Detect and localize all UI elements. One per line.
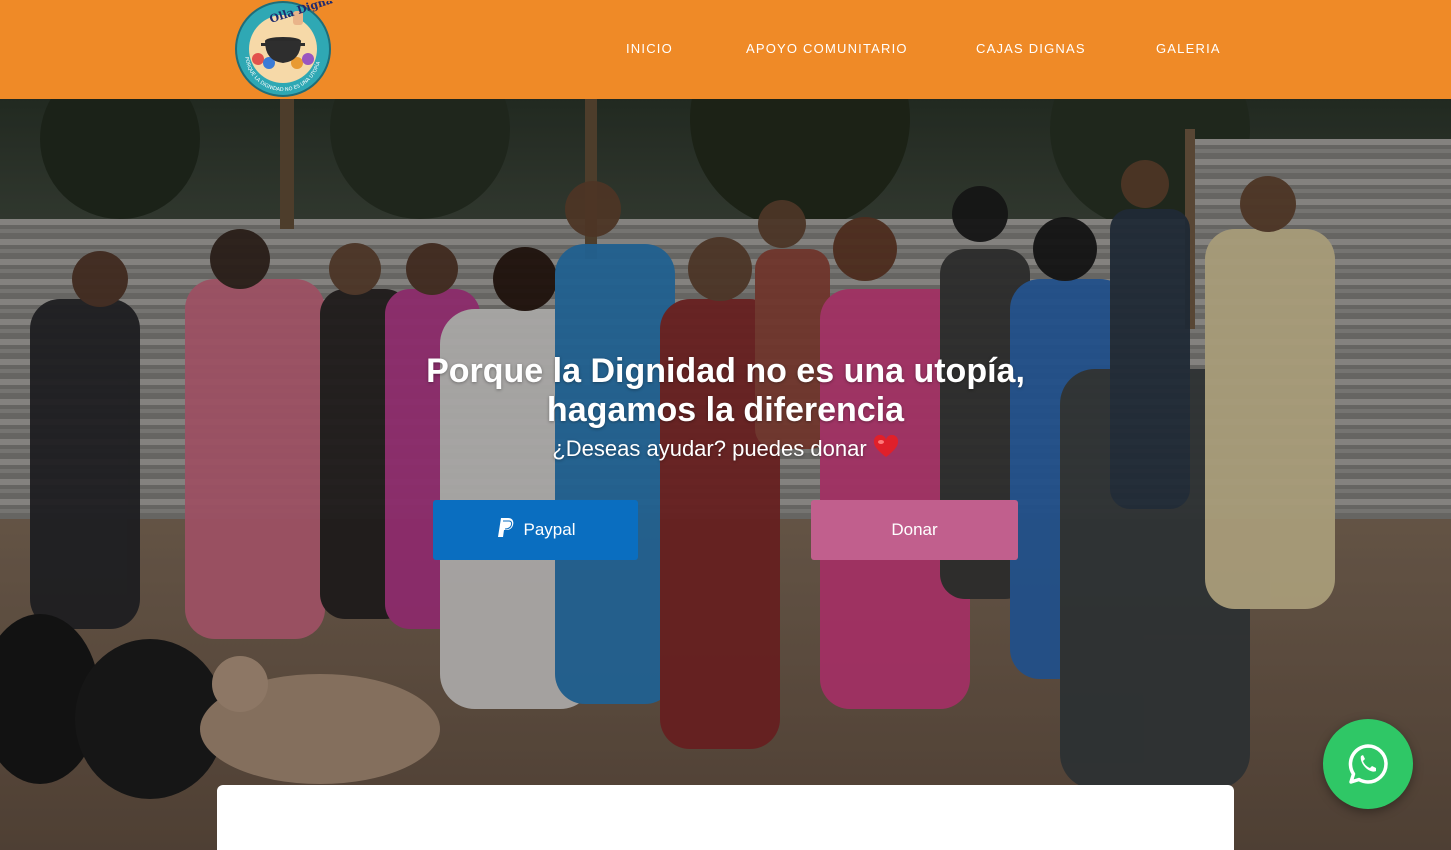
donar-button-label: Donar: [891, 520, 938, 539]
hero-subtitle: ¿Deseas ayudar? puedes donar: [0, 434, 1451, 465]
paypal-button[interactable]: Paypal: [433, 500, 638, 560]
main-nav: INICIO APOYO COMUNITARIO CAJAS DIGNAS GA…: [0, 0, 1451, 99]
site-header: Olla Digna PORQUE LA DIGNIDAD NO ES UNA …: [0, 0, 1451, 99]
whatsapp-button[interactable]: [1323, 719, 1413, 809]
nav-apoyo-comunitario[interactable]: APOYO COMUNITARIO: [746, 41, 908, 56]
donar-button[interactable]: Donar: [811, 500, 1018, 560]
hero-title-line-1: Porque la Dignidad no es una utopía,: [426, 352, 1025, 390]
nav-cajas-dignas[interactable]: CAJAS DIGNAS: [976, 41, 1086, 56]
nav-galeria[interactable]: GALERIA: [1156, 41, 1221, 56]
paypal-button-label: Paypal: [523, 520, 576, 539]
hero-background-photo: [0, 99, 1451, 850]
red-heart-icon: [873, 434, 899, 465]
content-card: [217, 785, 1234, 850]
hero-section: Porque la Dignidad no es una utopía, hag…: [0, 99, 1451, 850]
hero-subtitle-text: ¿Deseas ayudar? puedes donar: [552, 436, 867, 461]
paypal-icon: [496, 517, 516, 544]
whatsapp-icon: [1348, 744, 1388, 784]
hero-title: Porque la Dignidad no es una utopía, hag…: [0, 352, 1451, 430]
hero-title-line-2: hagamos la diferencia: [546, 391, 905, 429]
nav-inicio[interactable]: INICIO: [626, 41, 673, 56]
